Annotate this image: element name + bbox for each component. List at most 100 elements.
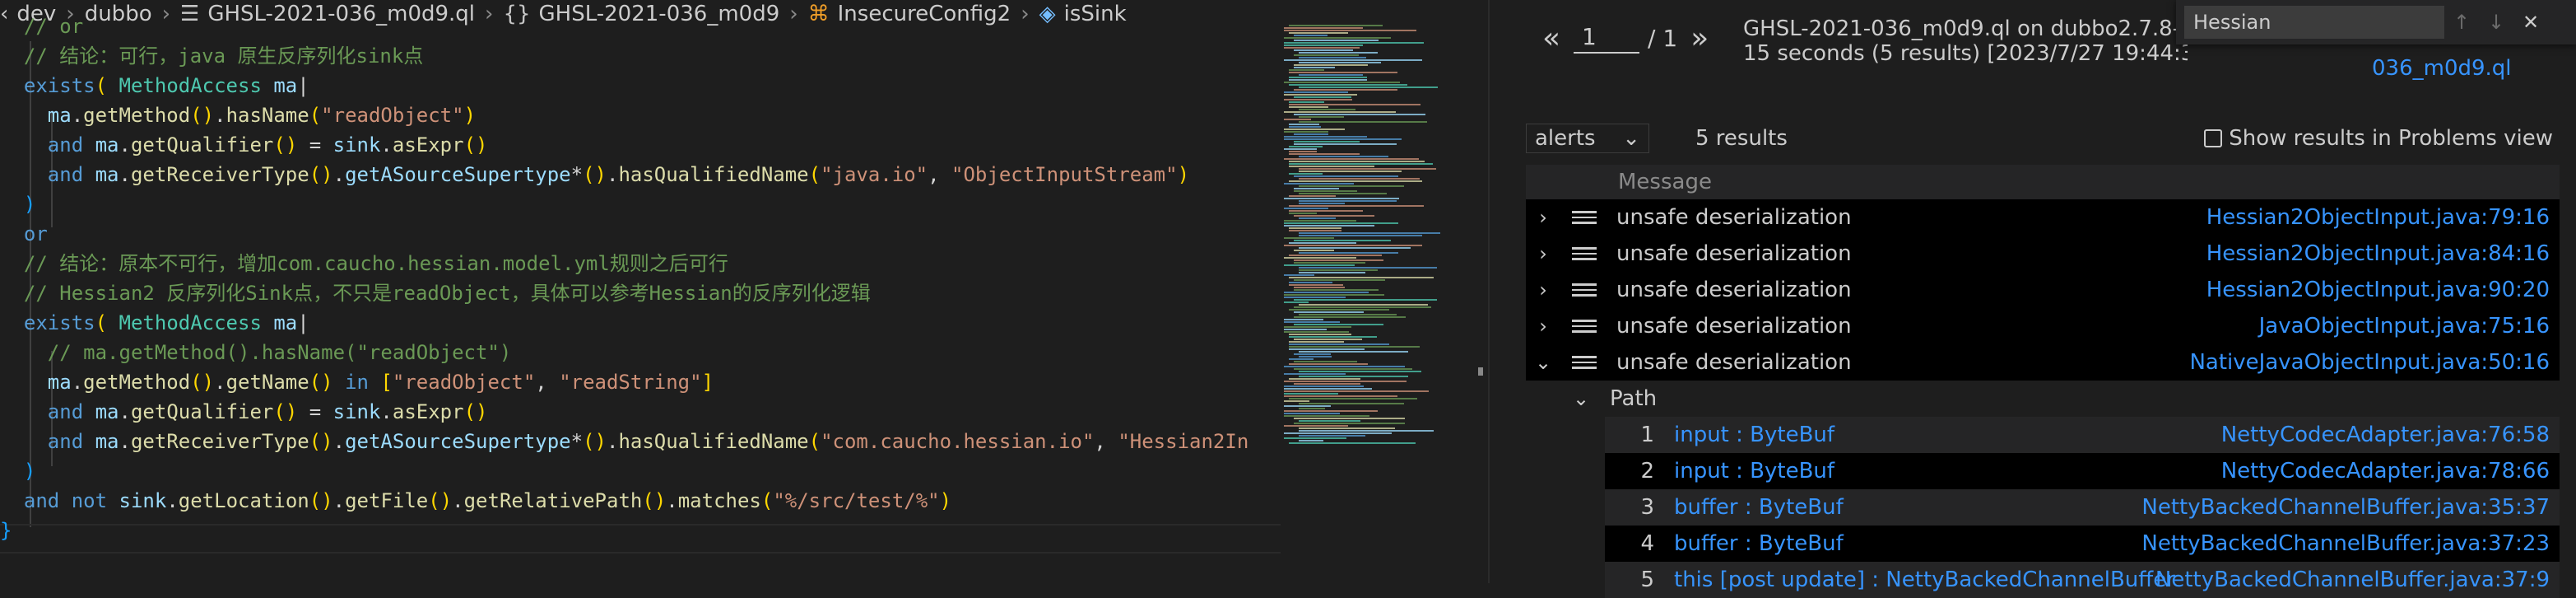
result-location-link[interactable]: Hessian2ObjectInput.java:79:16 (2206, 205, 2550, 230)
code-line[interactable]: ) (0, 456, 1281, 486)
column-header-message[interactable]: Message (1526, 165, 2560, 199)
minimap-line (1294, 353, 1331, 355)
code-line[interactable]: and ma.getReceiverType().getASourceSuper… (0, 160, 1281, 189)
result-row[interactable]: ⌄ unsafe deserialization NativeJavaObjectI… (1526, 344, 2560, 381)
path-row[interactable]: ⌄ Path (1526, 381, 2560, 417)
path-step[interactable]: 1 input : ByteBuf NettyCodecAdapter.java:7… (1605, 417, 2560, 453)
path-step-expression-link[interactable]: buffer : ByteBuf (1674, 531, 1844, 556)
minimap-line (1299, 178, 1420, 180)
minimap-line (1294, 361, 1357, 362)
show-in-problems-checkbox[interactable] (2204, 129, 2223, 147)
result-message: unsafe deserialization (1616, 241, 1852, 266)
code-line[interactable]: } (0, 516, 1281, 545)
minimap-line (1299, 171, 1402, 172)
result-message: unsafe deserialization (1616, 205, 1852, 230)
next-page-button[interactable]: » (1690, 21, 1709, 55)
minimap-line (1284, 415, 1369, 417)
show-in-problems-toggle[interactable]: Show results in Problems view (2204, 126, 2553, 151)
path-step-location-link[interactable]: NettyBackedChannelBuffer.java:37:23 (2141, 531, 2550, 556)
path-step-location-link[interactable]: NettyCodecAdapter.java:78:66 (2221, 459, 2550, 484)
path-step-location-link[interactable]: NettyBackedChannelBuffer.java:35:37 (2141, 495, 2550, 520)
minimap[interactable] (1281, 25, 1478, 453)
result-row[interactable]: › unsafe deserialization Hessian2ObjectInp… (1526, 236, 2560, 272)
result-row[interactable]: › unsafe deserialization Hessian2ObjectInp… (1526, 199, 2560, 236)
minimap-line (1299, 168, 1436, 170)
minimap-line (1284, 128, 1345, 130)
prev-page-button[interactable]: « (1542, 21, 1560, 55)
minimap-line (1289, 358, 1314, 360)
minimap-line (1289, 151, 1317, 152)
minimap-line (1299, 156, 1388, 157)
code-line[interactable]: or (0, 219, 1281, 249)
result-location-link[interactable]: JavaObjectInput.java:75:16 (2259, 314, 2550, 339)
code-line[interactable]: and not sink.getLocation().getFile().get… (0, 486, 1281, 516)
minimap-line (1289, 398, 1417, 399)
result-location-link[interactable]: Hessian2ObjectInput.java:90:20 (2206, 278, 2550, 302)
find-close-button[interactable]: ✕ (2513, 11, 2548, 34)
minimap-line (1284, 294, 1384, 296)
result-row[interactable]: › unsafe deserialization JavaObjectInput.j… (1526, 308, 2560, 344)
code-line[interactable]: and ma.getQualifier() = sink.asExpr() (0, 397, 1281, 427)
result-view-select[interactable]: alerts ⌄ (1526, 124, 1649, 153)
code-editor[interactable]: ‹ dev › dubbo › ☰ GHSL-2021-036_m0d9.ql … (0, 0, 1483, 583)
code-line[interactable]: ) (0, 189, 1281, 219)
result-message: unsafe deserialization (1616, 314, 1852, 339)
code-line[interactable]: // or (0, 13, 1281, 41)
path-step[interactable]: 2 input : ByteBuf NettyCodecAdapter.java:7… (1605, 453, 2560, 489)
code-line[interactable]: // Hessian2 反序列化Sink点，不只是readObject，具体可以… (0, 278, 1281, 308)
minimap-line (1289, 227, 1341, 229)
page-number-input[interactable] (1574, 23, 1640, 54)
expand-chevron-icon[interactable]: › (1531, 315, 1555, 338)
minimap-line (1299, 200, 1397, 202)
code-line[interactable]: exists( MethodAccess ma| (0, 71, 1281, 100)
code-line[interactable]: and ma.getQualifier() = sink.asExpr() (0, 130, 1281, 160)
minimap-line (1284, 131, 1328, 133)
code-line[interactable]: // 结论：可行，java 原生反序列化sink点 (0, 41, 1281, 71)
path-step-expression-link[interactable]: buffer : ByteBuf (1674, 495, 1844, 520)
minimap-line (1289, 378, 1360, 380)
minimap-line (1299, 57, 1366, 58)
path-step-expression-link[interactable]: input : ByteBuf (1674, 459, 1834, 484)
find-input[interactable] (2184, 6, 2444, 39)
path-step-location-link[interactable]: NettyCodecAdapter.java:76:58 (2221, 423, 2550, 447)
expand-chevron-icon[interactable]: ⌄ (1531, 351, 1555, 374)
code-line[interactable]: exists( MethodAccess ma| (0, 308, 1281, 338)
minimap-line (1299, 435, 1365, 437)
code-line[interactable]: and ma.getReceiverType().getASourceSuper… (0, 427, 1281, 456)
code-area[interactable]: // or // 结论：可行，java 原生反序列化sink点 exists( … (0, 13, 1281, 583)
chevron-down-icon[interactable]: ⌄ (1569, 387, 1593, 410)
scrollbar-thumb[interactable] (1478, 367, 1483, 376)
expand-chevron-icon[interactable]: › (1531, 206, 1555, 229)
minimap-line (1294, 35, 1328, 36)
path-step-expression-link[interactable]: this [post update] : NettyBackedChannelB… (1674, 568, 2175, 592)
path-step[interactable]: 5 this [post update] : NettyBackedChannel… (1605, 562, 2560, 598)
page-total: / 1 (1648, 25, 1678, 52)
minimap-line (1289, 348, 1365, 350)
minimap-line (1284, 30, 1416, 31)
minimap-line (1294, 250, 1334, 251)
result-location-link[interactable]: Hessian2ObjectInput.java:84:16 (2206, 241, 2550, 266)
find-next-button[interactable]: ↓ (2479, 11, 2513, 34)
minimap-line (1294, 49, 1353, 51)
result-row[interactable]: › unsafe deserialization Hessian2ObjectInp… (1526, 272, 2560, 308)
code-line[interactable]: ma.getMethod().hasName("readObject") (0, 100, 1281, 130)
code-line[interactable]: ma.getMethod().getName() in ["readObject… (0, 367, 1281, 397)
result-location-link[interactable]: NativeJavaObjectInput.java:50:16 (2189, 350, 2550, 375)
minimap-line (1289, 77, 1367, 78)
find-previous-button[interactable]: ↑ (2444, 11, 2479, 34)
minimap-line (1299, 269, 1378, 271)
minimap-line (1294, 188, 1339, 189)
code-line[interactable]: // ma.getMethod().hasName("readObject") (0, 338, 1281, 367)
expand-chevron-icon[interactable]: › (1531, 242, 1555, 265)
expand-chevron-icon[interactable]: › (1531, 278, 1555, 301)
minimap-line (1289, 255, 1382, 256)
query-info: GHSL-2021-036_m0d9.ql on dubbo2.7.8-c 15… (1743, 16, 2188, 66)
path-step[interactable]: 4 buffer : ByteBuf NettyBackedChannelBuffe… (1605, 526, 2560, 562)
path-step-expression-link[interactable]: input : ByteBuf (1674, 423, 1834, 447)
path-step[interactable]: 3 buffer : ByteBuf NettyBackedChannelBuffe… (1605, 489, 2560, 526)
minimap-line (1284, 91, 1348, 93)
code-line[interactable]: // 结论：原本不可行，增加com.caucho.hessian.model.y… (0, 249, 1281, 278)
path-step-location-link[interactable]: NettyBackedChannelBuffer.java:37:9 (2155, 568, 2550, 592)
minimap-line (1289, 84, 1407, 86)
minimap-line (1299, 109, 1355, 110)
